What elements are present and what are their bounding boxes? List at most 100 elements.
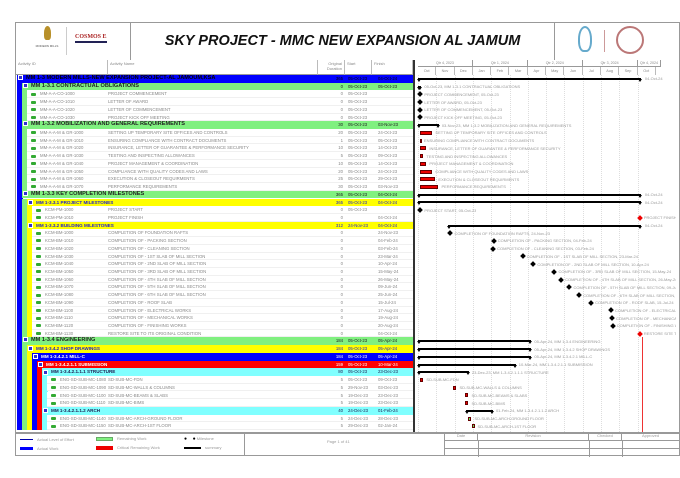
summary-bar[interactable] xyxy=(418,340,532,343)
table-row[interactable]: ENG-SD-SUB-MC-1150 SD-SUB-MC-ARCH-1ST FLO… xyxy=(47,422,413,431)
summary-bar[interactable] xyxy=(418,193,641,196)
activity-bar[interactable] xyxy=(420,138,423,143)
col-activity-name[interactable]: Activity Name xyxy=(108,60,318,75)
activity-bar[interactable] xyxy=(420,130,433,135)
activity-name: EXECUTION & CLOSEOUT REQUIRMENTS xyxy=(108,176,195,182)
activity-id-text: ENG-SD-SUB-MC-1100 xyxy=(60,392,106,398)
table-row[interactable]: MM-A-A-CO-1030 PROJECT KICK OFF MEETING 0 0… xyxy=(27,113,413,122)
table-row[interactable]: KCM-BM-1050 COMPLETION OF - 3RD SLAB OF M… xyxy=(32,268,413,276)
table-row[interactable]: MM-A-A-M & GR-1060 EXECUTION & CLOSEOUT R… xyxy=(27,175,413,184)
activity-bar[interactable] xyxy=(453,385,457,390)
col-duration[interactable]: Original Duration xyxy=(318,60,345,75)
table-row[interactable]: KCM-BM-1080 COMPLETION OF - 6TH SLAB OF M… xyxy=(32,291,413,299)
finish-date: 04-Oct-24 xyxy=(378,214,398,220)
activity-bar[interactable] xyxy=(420,377,424,382)
table-row[interactable]: KCM-BM-1060 COMPLETION OF - 4TH SLAB OF M… xyxy=(32,275,413,284)
summary-bar[interactable] xyxy=(418,355,532,358)
group-row[interactable]: MM 1-3.4.2.1.1 SUBMISSION 159 05-Oct-23 10-… xyxy=(37,360,413,369)
group-row[interactable]: MM 1-3.4 ENGINEERING 184 05-Oct-23 05-Apr-2… xyxy=(22,337,413,346)
table-row[interactable]: MM-A-A-M & GR-1030 TESTING AND INSPECTING… xyxy=(27,152,413,160)
task-icon xyxy=(51,401,56,405)
table-row[interactable]: ENG-SD-SUB-MC-1140 SD-SUB-MC-ARCH-GROUND … xyxy=(47,414,413,423)
activity-bar[interactable] xyxy=(471,424,475,429)
activity-bar[interactable] xyxy=(420,177,436,182)
col-finish[interactable]: Finish xyxy=(372,60,413,75)
finish-date: 14-Oct-23 xyxy=(378,145,398,151)
activity-bar[interactable] xyxy=(468,416,472,421)
activity-bar[interactable] xyxy=(465,393,469,398)
activity-bar[interactable] xyxy=(420,184,439,189)
table-row[interactable]: ENG-SD-SUB-MC-1080 SD-SUB-MC-FDN 5 05-Oct-2… xyxy=(47,376,413,384)
revision-col-revision: Revision xyxy=(478,433,589,441)
group-row[interactable]: MM 1-3.3.2 BUILDING MILESTONES 312 24-Nov-… xyxy=(27,221,413,230)
table-row[interactable]: KCM-BM-1040 COMPLETION OF - 2ND SLAB OF M… xyxy=(32,260,413,268)
summary-end-icon xyxy=(528,341,533,345)
table-row[interactable]: KCM-PM-1010 PROJECT FINISH 0 04-Oct-24 xyxy=(32,213,413,222)
summary-bar[interactable] xyxy=(448,224,641,227)
modern-mills-logo: MODERN MILLS xyxy=(34,26,60,56)
table-row[interactable]: MM-A-A-M & GR-1070 PERFORMANCE REQUIREMEN… xyxy=(27,183,413,191)
table-row[interactable]: KCM-BM-1100 COMPLETION OF - ELECTRICAL WO… xyxy=(32,306,413,315)
duration: 159 xyxy=(335,361,343,367)
activity-bar[interactable] xyxy=(465,401,469,406)
group-row[interactable]: MM 1-3.4.2 SHOP DRAWINGS 184 05-Oct-23 05-A… xyxy=(27,345,413,353)
table-row[interactable]: KCM-BM-1130 RESTORE SITE TO ITS ORIGINAL … xyxy=(32,329,413,338)
table-row[interactable]: KCM-BM-1120 COMPLETION OF - FINISHING WOR… xyxy=(32,322,413,330)
summary-bar[interactable] xyxy=(418,371,469,374)
table-row[interactable]: MM-A-A-CO-1020 LETTER OF COMMENCEMENT 0 05-… xyxy=(27,105,413,114)
group-row[interactable]: MM 1-3.2 MOBILIZATION AND GENERAL REQUIR… xyxy=(22,121,413,129)
table-row[interactable]: MM-A-A-CO-1010 LETTER OF AWARD 0 05-Oct-23 xyxy=(27,98,413,106)
col-activity-id[interactable]: Activity ID xyxy=(16,60,108,75)
group-row[interactable]: MM 1-3.3.1 PROJECT MILESTONES 365 05-Oct-2… xyxy=(27,198,413,207)
table-row[interactable]: KCM-BM-1070 COMPLETION OF - 5TH SLAB OF M… xyxy=(32,283,413,292)
table-row[interactable]: MM-A-A-CO-1000 PROJECT COMMENCEMENT 0 05-Oc… xyxy=(27,90,413,99)
group-row[interactable]: MM 1-3.1 CONTRACTUAL OBLIGATIONS 0 05-Oct-… xyxy=(22,82,413,91)
activity-bar[interactable] xyxy=(420,161,427,166)
table-row[interactable]: KCM-BM-1020 COMPLETION OF - CLEANING SECT… xyxy=(32,244,413,253)
activity-id-text: MM-A-A-CO-1030 xyxy=(40,114,75,120)
activity-bar[interactable] xyxy=(420,154,424,159)
task-icon xyxy=(36,324,41,328)
summary-bar[interactable] xyxy=(418,363,516,366)
summary-end-icon xyxy=(417,372,422,376)
table-row[interactable]: ENG-SD-SUB-MC-1100 SD-SUB-MC-BEAMS & SLAB… xyxy=(47,391,413,400)
table-row[interactable]: ENG-SD-SUB-MC-1110 SD-SUB-MC-BIMS 5 19-Dec-… xyxy=(47,399,413,407)
activity-bar[interactable] xyxy=(420,169,433,174)
table-row[interactable]: MM-A-A-M & GR-1010 ENSURING COMPLIANCE WI… xyxy=(27,136,413,145)
table-row[interactable]: MM-A-A-M & GR-1050 COMPLIANCE WITH QUALIT… xyxy=(27,167,413,176)
summary-end-icon xyxy=(417,341,422,345)
col-start[interactable]: Start xyxy=(345,60,372,75)
group-row[interactable]: MM 1-3 MODERN MILLS-NEW EXPANSION PROJEC… xyxy=(17,75,413,83)
group-row[interactable]: MM 1-3.4.2.1.1.2 ARCH 40 24-Dec-23 01-Feb-2… xyxy=(42,406,413,415)
finish-date: 23-Dec-23 xyxy=(378,392,399,398)
task-icon xyxy=(36,231,41,235)
summary-bar[interactable] xyxy=(418,348,532,351)
table-row[interactable]: KCM-BM-1000 COMPLETION OF FOUNDATION RAFT… xyxy=(32,229,413,238)
finish-date: 20-Aug-24 xyxy=(378,323,399,329)
activity-id-text: KCM-BM-1010 xyxy=(45,238,74,244)
group-row[interactable]: MM 1-3.4.2.1.1.1 STRUCTURE 80 05-Oct-23 23-… xyxy=(42,368,413,377)
table-row[interactable]: MM-A-A-M & GR-1000 SETTING UP TEMPORARY S… xyxy=(27,129,413,137)
group-row[interactable]: MM 1-3.3 KEY COMPLETION MILESTONES 365 05-… xyxy=(22,190,413,199)
activity-id-text: MM-A-A-M & GR-1020 xyxy=(40,145,84,151)
table-row[interactable]: KCM-BM-1110 COMPLETION OF - MECHANICAL WO… xyxy=(32,314,413,322)
finish-date: 09-Oct-23 xyxy=(378,153,398,159)
table-row[interactable]: KCM-BM-1090 COMPLETION OF - ROOF SLAB 0 15-… xyxy=(32,298,413,307)
activity-name: ENSURING COMPLIANCE WITH CONTRACT DOCUME… xyxy=(108,137,227,143)
duration: 365 xyxy=(335,199,343,205)
table-row[interactable]: MM-A-A-M & GR-1020 INSURANCE, LETTER OF G… xyxy=(27,144,413,153)
group-label: MM 1-3.2 MOBILIZATION AND GENERAL REQUIR… xyxy=(23,121,185,129)
activity-bar[interactable] xyxy=(420,146,427,151)
table-row[interactable]: KCM-BM-1010 COMPLETION OF - PACKING SECTI… xyxy=(32,237,413,245)
table-row[interactable]: ENG-SD-SUB-MC-1090 SD-SUB-MC-WALLS & COLU… xyxy=(47,383,413,392)
gantt-label: 04-Oct-24 xyxy=(644,199,663,205)
table-row[interactable]: KCM-BM-1030 COMPLETION OF - 1ST SLAB OF M… xyxy=(32,252,413,261)
table-row[interactable]: MM-A-A-M & GR-1040 PROJECT MANAGEMENT & C… xyxy=(27,159,413,168)
summary-bar[interactable] xyxy=(418,201,641,204)
group-row[interactable]: MM 1-3.4.2.1 MILL-C 184 05-Oct-23 05-Apr-24 xyxy=(32,352,413,361)
start-date: 05-Oct-23 xyxy=(348,168,368,174)
activity-id: MM-A-A-M & GR-1070 xyxy=(31,183,83,190)
activity-name: COMPLETION OF - 6TH SLAB OF MILL SECTION xyxy=(108,292,206,298)
summary-bar[interactable] xyxy=(418,77,641,80)
table-row[interactable]: KCM-PM-1000 PROJECT START 0 05-Oct-23 xyxy=(32,206,413,214)
